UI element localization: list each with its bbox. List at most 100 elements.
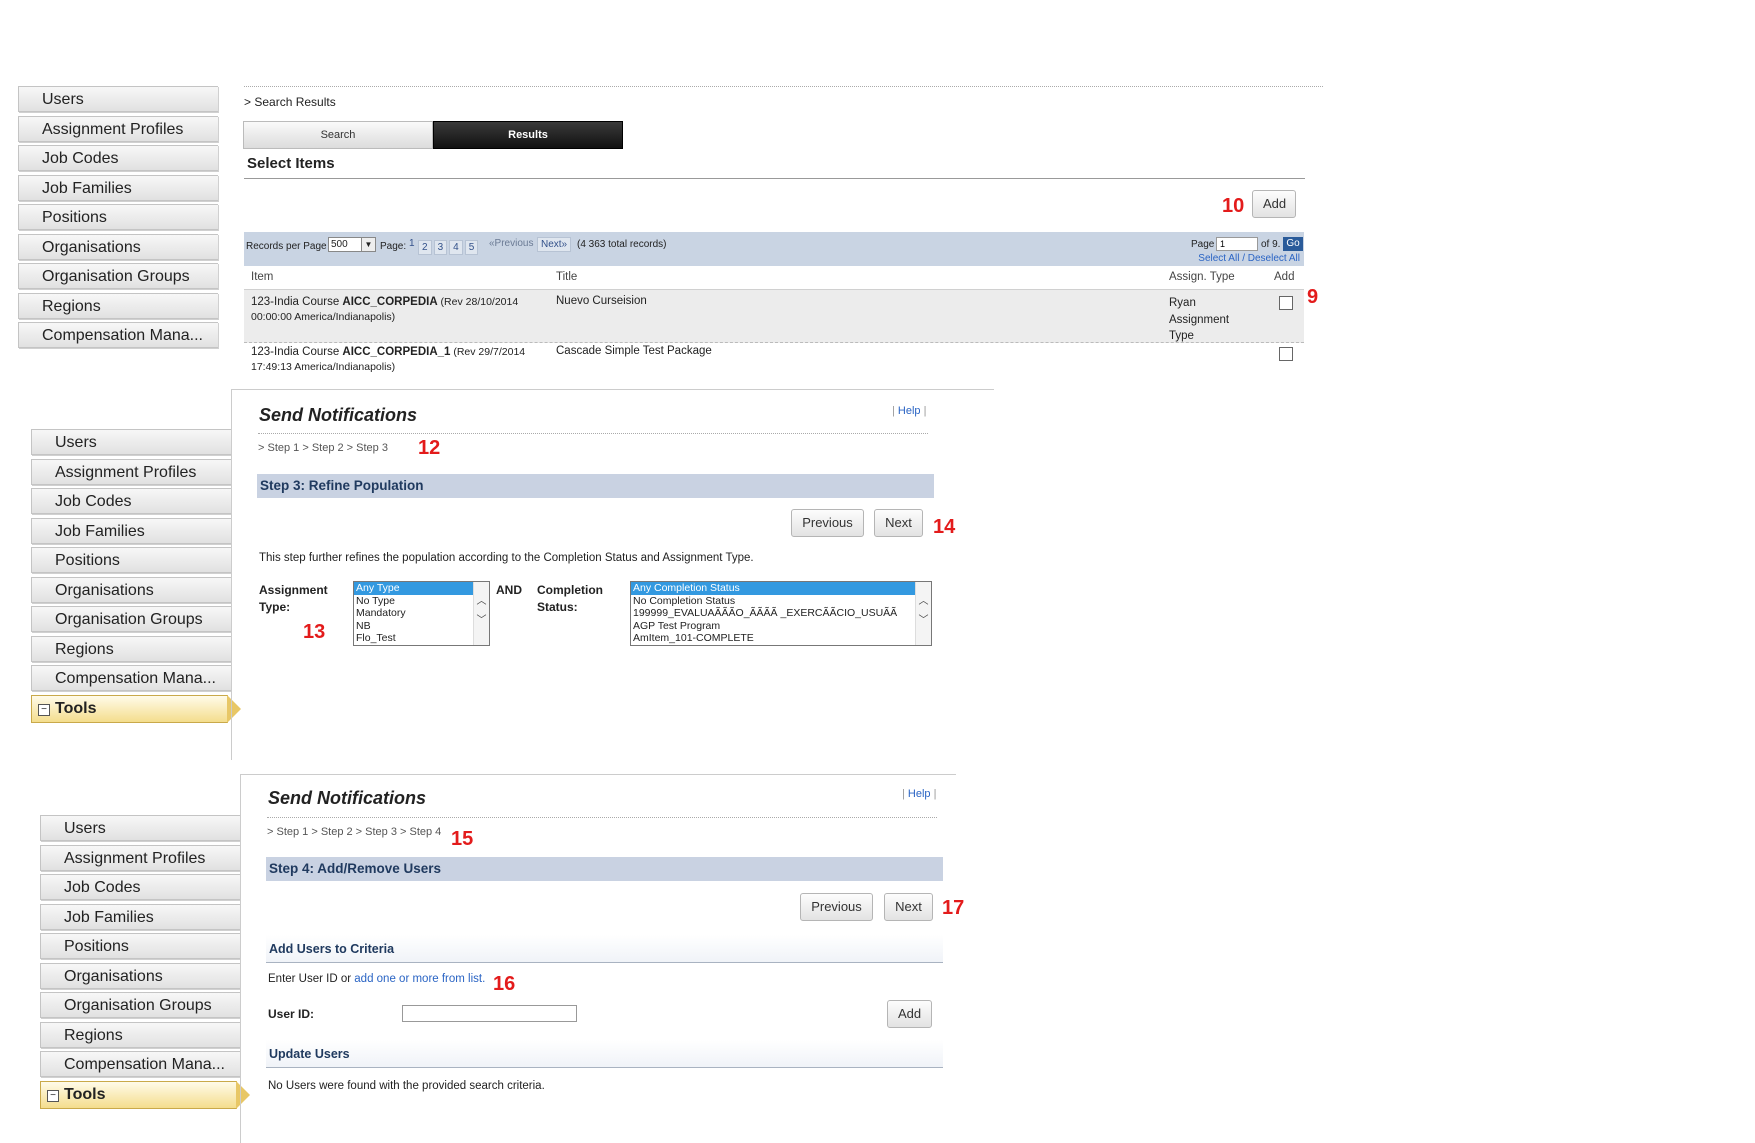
column-add: Add bbox=[1274, 271, 1295, 283]
go-button[interactable]: Go bbox=[1283, 237, 1303, 251]
sidebar-item-job-codes[interactable]: Job Codes bbox=[40, 874, 240, 900]
title-divider bbox=[258, 433, 928, 434]
sidebar-item-regions[interactable]: Regions bbox=[40, 1021, 240, 1048]
sidebar-item-job-codes[interactable]: Job Codes bbox=[18, 145, 218, 171]
page-link-3[interactable]: 3 bbox=[433, 240, 448, 255]
top-divider bbox=[244, 86, 1323, 87]
collapse-icon[interactable]: − bbox=[38, 703, 50, 716]
help-link[interactable]: | Help | bbox=[902, 788, 936, 800]
step-title: Step 4: Add/Remove Users bbox=[266, 857, 943, 881]
previous-link[interactable]: «Previous bbox=[489, 238, 533, 249]
sidebar-item-organisations[interactable]: Organisations bbox=[31, 576, 231, 603]
help-link[interactable]: | Help | bbox=[892, 405, 926, 417]
sidebar-item-job-codes[interactable]: Job Codes bbox=[31, 488, 231, 514]
page-link-2[interactable]: 2 bbox=[418, 240, 432, 255]
sidebar-item-positions[interactable]: Positions bbox=[31, 547, 231, 573]
chevron-up-icon[interactable]: ︿ bbox=[916, 596, 931, 609]
scrollbar[interactable]: ︿ ﹀ bbox=[915, 582, 931, 645]
enter-user-label: Enter User ID or bbox=[268, 973, 355, 985]
assignment-type-list[interactable]: Any Type No Type Mandatory NB Flo_Test ︿… bbox=[353, 581, 490, 646]
tab-search[interactable]: Search bbox=[243, 121, 433, 149]
tools-label: Tools bbox=[64, 1085, 106, 1103]
annotation-17: 17 bbox=[942, 897, 965, 919]
chevron-down-icon: ▼ bbox=[361, 238, 375, 251]
title-divider bbox=[267, 817, 937, 818]
page-link-5[interactable]: 5 bbox=[464, 240, 479, 255]
sidebar-item-users[interactable]: Users bbox=[31, 429, 231, 455]
completion-status-list[interactable]: Any Completion Status No Completion Stat… bbox=[630, 581, 932, 646]
tab-results[interactable]: Results bbox=[433, 121, 623, 149]
panel-title: Send Notifications bbox=[259, 405, 418, 425]
chevron-down-icon[interactable]: ﹀ bbox=[474, 615, 489, 628]
sidebar-item-users[interactable]: Users bbox=[18, 86, 218, 112]
add-from-list-link[interactable]: add one or more from list. bbox=[354, 973, 485, 985]
page-links: 2345 bbox=[418, 237, 480, 255]
add-button[interactable]: Add bbox=[1252, 190, 1296, 218]
add-checkbox[interactable] bbox=[1279, 296, 1293, 310]
no-users-message: No Users were found with the provided se… bbox=[268, 1080, 545, 1092]
add-checkbox[interactable] bbox=[1279, 347, 1293, 361]
update-users-header: Update Users bbox=[266, 1040, 943, 1068]
sidebar-item-compensation[interactable]: Compensation Mana... bbox=[40, 1051, 240, 1077]
next-button[interactable]: Next bbox=[884, 893, 933, 921]
sidebar-item-compensation[interactable]: Compensation Mana... bbox=[31, 665, 231, 691]
user-id-label: User ID: bbox=[268, 1007, 315, 1021]
sidebar-item-users[interactable]: Users bbox=[40, 815, 240, 841]
list-item[interactable]: Any Completion Status bbox=[631, 582, 916, 595]
sidebar-item-organisation-groups[interactable]: Organisation Groups bbox=[18, 263, 218, 289]
annotation-10: 10 bbox=[1222, 195, 1245, 217]
sidebar-item-organisation-groups[interactable]: Organisation Groups bbox=[31, 606, 231, 632]
sidebar-item-compensation[interactable]: Compensation Mana... bbox=[18, 322, 218, 348]
sidebar-item-assignment-profiles[interactable]: Assignment Profiles bbox=[18, 115, 218, 142]
list-item[interactable]: Any Type bbox=[354, 582, 474, 595]
add-user-button[interactable]: Add bbox=[887, 1000, 932, 1028]
list-item[interactable]: NB bbox=[354, 620, 489, 633]
sidebar-3: Users Assignment Profiles Job Codes Job … bbox=[40, 815, 250, 1109]
previous-button[interactable]: Previous bbox=[791, 509, 864, 537]
sidebar-item-organisation-groups[interactable]: Organisation Groups bbox=[40, 992, 240, 1018]
item-revision: (Rev 29/7/2014 bbox=[450, 346, 526, 358]
breadcrumb: > Search Results bbox=[244, 95, 336, 109]
previous-button[interactable]: Previous bbox=[800, 893, 873, 921]
sidebar-item-tools[interactable]: − Tools bbox=[31, 694, 241, 723]
records-per-page-select[interactable]: 500 ▼ bbox=[328, 237, 376, 252]
next-button[interactable]: Next bbox=[874, 509, 923, 537]
chevron-down-icon[interactable]: ﹀ bbox=[916, 615, 931, 628]
sidebar-item-regions[interactable]: Regions bbox=[31, 635, 231, 662]
annotation-16: 16 bbox=[493, 973, 516, 995]
list-item[interactable]: AmItem_101-COMPLETE bbox=[631, 632, 931, 645]
sidebar-item-positions[interactable]: Positions bbox=[18, 204, 218, 230]
sidebar-item-job-families[interactable]: Job Families bbox=[31, 517, 231, 544]
sidebar-item-job-families[interactable]: Job Families bbox=[40, 903, 240, 930]
sidebar-item-regions[interactable]: Regions bbox=[18, 292, 218, 319]
list-item[interactable]: 199999_EVALUAÃÃÃO_ÃÃÃÃ _EXERCÃÃCIO_USUÃÃ bbox=[631, 607, 931, 620]
next-link[interactable]: Next» bbox=[537, 237, 572, 252]
sidebar-item-organisations[interactable]: Organisations bbox=[40, 962, 240, 989]
tools-label: Tools bbox=[55, 699, 97, 717]
list-item[interactable]: No Completion Status bbox=[631, 595, 931, 608]
sidebar-item-assignment-profiles[interactable]: Assignment Profiles bbox=[31, 458, 231, 485]
list-item[interactable]: Mandatory bbox=[354, 607, 489, 620]
assignment-type-label: Assignment Type: bbox=[259, 583, 328, 614]
list-item[interactable]: No Type bbox=[354, 595, 489, 608]
page-link-4[interactable]: 4 bbox=[449, 240, 463, 255]
sidebar-item-organisations[interactable]: Organisations bbox=[18, 233, 218, 260]
page-label: Page: bbox=[380, 241, 407, 252]
sidebar-item-job-families[interactable]: Job Families bbox=[18, 174, 218, 201]
collapse-icon[interactable]: − bbox=[47, 1089, 59, 1102]
records-per-page-label: Records per Page bbox=[246, 241, 327, 252]
row-assign-type: Ryan Assignment Type bbox=[1169, 295, 1229, 345]
chevron-up-icon[interactable]: ︿ bbox=[474, 596, 489, 609]
list-item[interactable]: Flo_Test bbox=[354, 632, 489, 645]
sidebar-item-tools[interactable]: − Tools bbox=[40, 1080, 250, 1109]
row-item: 123-India Course AICC_CORPEDIA (Rev 28/1… bbox=[251, 295, 518, 325]
annotation-13: 13 bbox=[303, 621, 326, 643]
sidebar-item-positions[interactable]: Positions bbox=[40, 933, 240, 959]
user-id-input[interactable] bbox=[402, 1005, 577, 1022]
sidebar-item-assignment-profiles[interactable]: Assignment Profiles bbox=[40, 844, 240, 871]
list-item[interactable]: AGP Test Program bbox=[631, 620, 931, 633]
results-header: Item Title Assign. Type Add bbox=[244, 269, 1304, 289]
select-all-link[interactable]: Select All / Deselect All bbox=[1198, 253, 1300, 264]
scrollbar[interactable]: ︿ ﹀ bbox=[473, 582, 489, 645]
page-number-input[interactable] bbox=[1216, 237, 1258, 251]
